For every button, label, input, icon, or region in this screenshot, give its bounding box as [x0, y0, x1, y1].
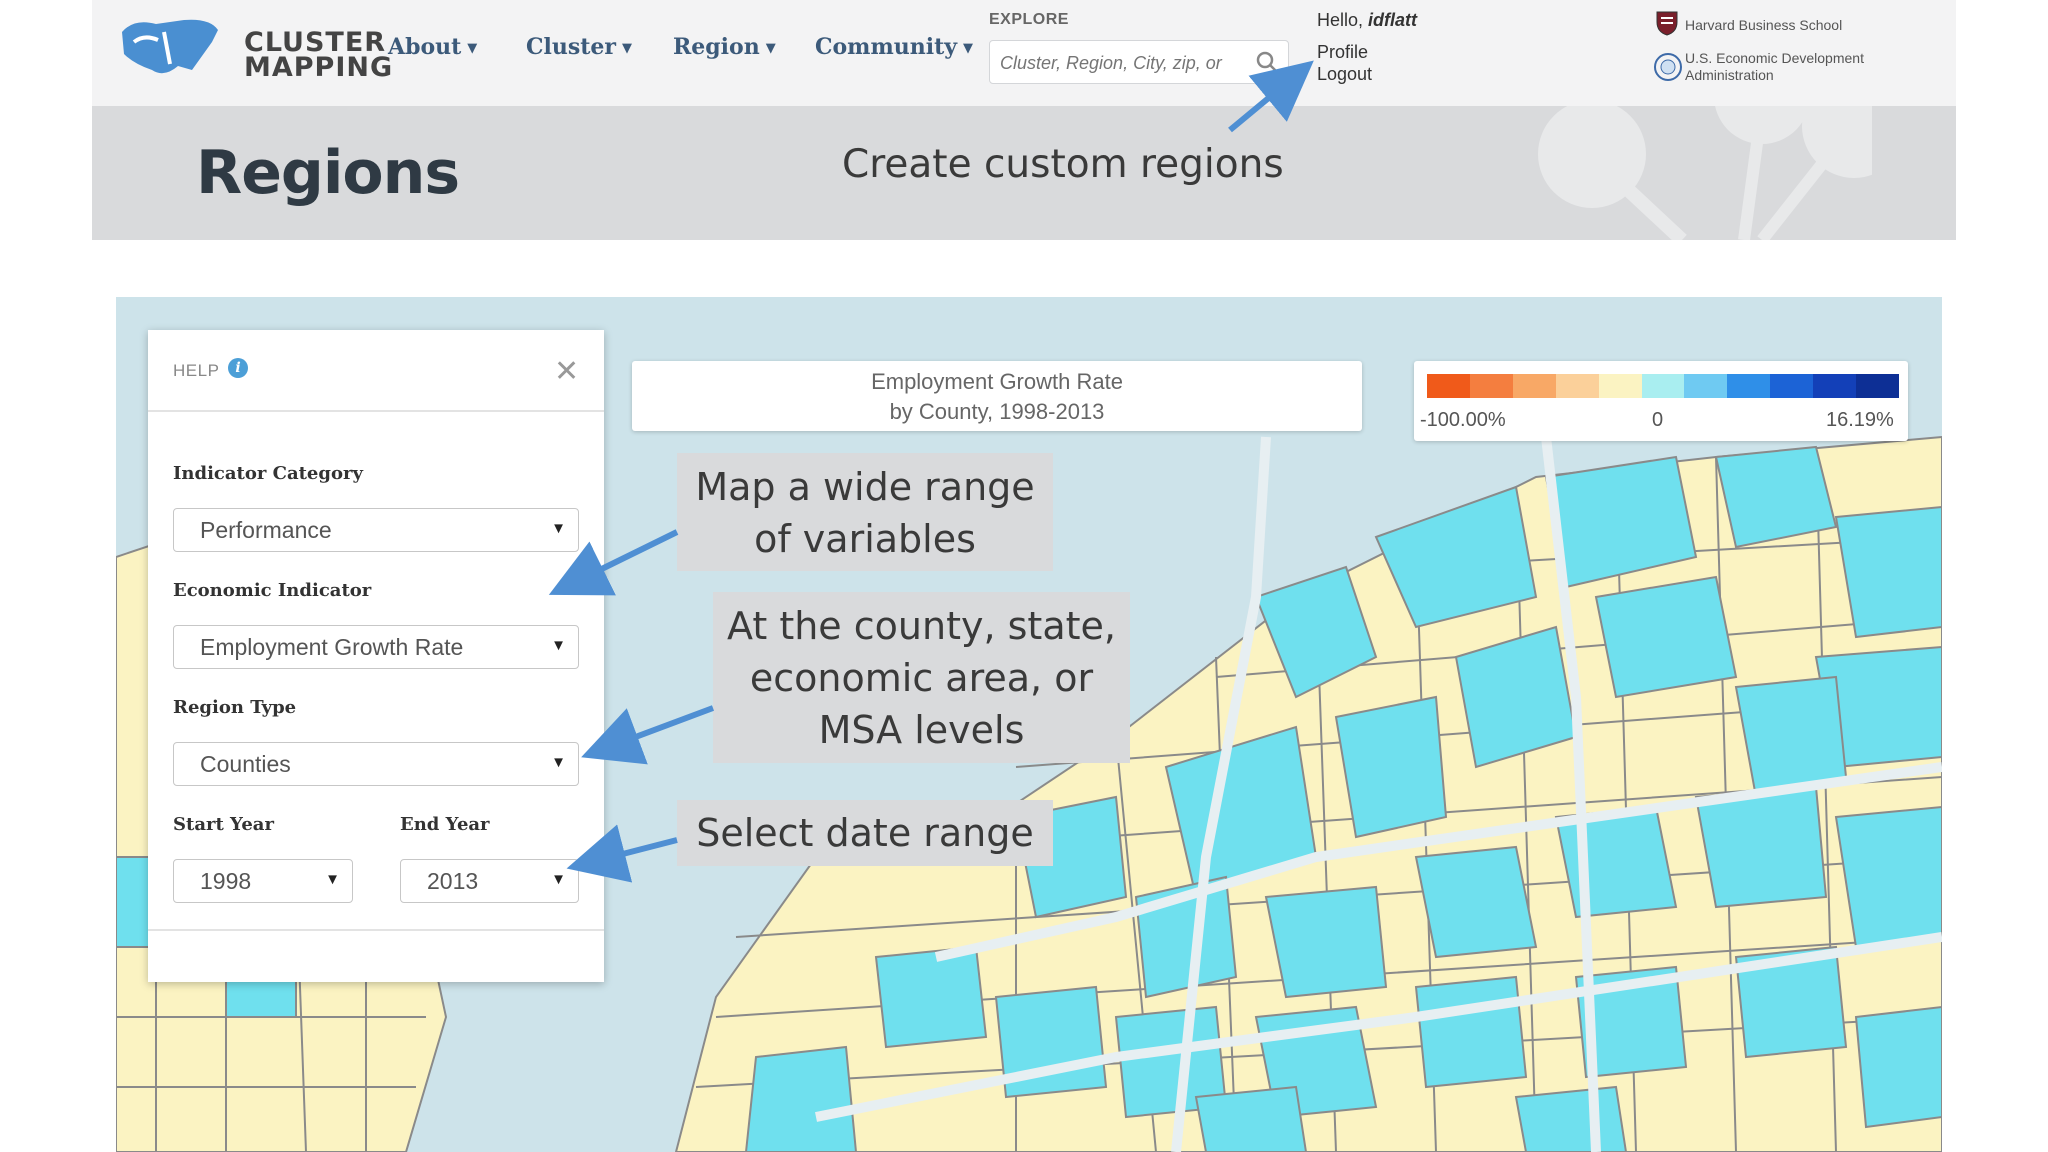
- caret-down-icon: ▼: [622, 40, 632, 56]
- create-regions-callout: Create custom regions: [842, 142, 1284, 187]
- start-year-label: Start Year: [173, 814, 274, 835]
- caret-down-icon: ▼: [467, 40, 478, 56]
- indicator-category-select[interactable]: Performance ▼: [173, 508, 579, 552]
- page-title: Regions: [196, 138, 460, 208]
- economic-indicator-label: Economic Indicator: [173, 580, 372, 601]
- eda-partner-link[interactable]: U.S. Economic Development Administration: [1685, 50, 1864, 84]
- region-type-select[interactable]: Counties ▼: [173, 742, 579, 786]
- top-navigation-bar: CLUSTER MAPPING About ▼ Cluster ▼ Region ▼ C…: [92, 0, 1956, 106]
- banner-decoration: [1538, 106, 1872, 240]
- indicator-category-value: Performance: [200, 517, 332, 543]
- legend-swatch: [1813, 374, 1857, 398]
- indicator-category-label: Indicator Category: [173, 463, 363, 484]
- legend-swatch: [1684, 374, 1728, 398]
- help-title: HELP: [173, 361, 220, 380]
- end-year-value: 2013: [427, 868, 479, 894]
- end-year-label: End Year: [400, 814, 490, 835]
- map-legend: -100.00% 0 16.19%: [1414, 361, 1908, 441]
- legend-swatch: [1469, 374, 1513, 398]
- legend-swatch: [1555, 374, 1599, 398]
- explore-label: EXPLORE: [989, 11, 1069, 28]
- close-icon[interactable]: ✕: [554, 354, 579, 389]
- eda-seal-icon: [1654, 53, 1682, 81]
- annotation-levels: At the county, state, economic area, or …: [713, 592, 1130, 763]
- dropdown-arrow-icon: ▼: [551, 754, 566, 771]
- annotation-dates: Select date range: [677, 800, 1053, 866]
- region-type-label: Region Type: [173, 697, 297, 718]
- legend-mid-label: 0: [1652, 409, 1664, 431]
- dropdown-arrow-icon: ▼: [325, 871, 340, 888]
- hbs-shield-icon: [1656, 11, 1678, 36]
- caret-down-icon: ▼: [765, 40, 776, 56]
- legend-swatch: [1770, 374, 1814, 398]
- nav-region[interactable]: Region ▼: [673, 34, 776, 60]
- help-panel-footer-divider: [148, 929, 604, 931]
- hbs-partner-link[interactable]: Harvard Business School: [1685, 17, 1842, 34]
- start-year-value: 1998: [200, 868, 252, 894]
- cluster-mapping-logo[interactable]: CLUSTER MAPPING: [114, 12, 392, 82]
- explore-search-input[interactable]: [998, 47, 1252, 79]
- nav-about[interactable]: About ▼: [388, 34, 477, 60]
- map-title-line2: by County, 1998-2013: [889, 399, 1105, 424]
- region-type-value: Counties: [200, 751, 291, 777]
- dropdown-arrow-icon: ▼: [551, 871, 566, 888]
- legend-swatch: [1427, 374, 1470, 398]
- username: idflatt: [1368, 10, 1418, 30]
- economic-indicator-select[interactable]: Employment Growth Rate ▼: [173, 625, 579, 669]
- dropdown-arrow-icon: ▼: [551, 520, 566, 537]
- economic-indicator-value: Employment Growth Rate: [200, 634, 464, 660]
- map-title-line1: Employment Growth Rate: [871, 369, 1123, 394]
- legend-max-label: 16.19%: [1826, 409, 1894, 431]
- dropdown-arrow-icon: ▼: [551, 637, 566, 654]
- logo-text: CLUSTER MAPPING: [244, 27, 394, 83]
- explore-search-box[interactable]: [989, 40, 1289, 84]
- help-panel-header: HELP i ✕: [148, 330, 604, 412]
- search-icon[interactable]: [1256, 51, 1278, 73]
- help-panel: HELP i ✕ Indicator Category Performance …: [148, 330, 604, 982]
- info-icon[interactable]: i: [228, 358, 248, 378]
- nav-community[interactable]: Community ▼: [815, 34, 973, 60]
- user-greeting: Hello, idflatt: [1317, 10, 1418, 30]
- us-map-logo-icon: [122, 19, 218, 74]
- legend-color-scale: [1427, 374, 1899, 398]
- legend-swatch: [1641, 374, 1685, 398]
- page-banner: Regions Create custom regions: [92, 106, 1956, 240]
- start-year-select[interactable]: 1998 ▼: [173, 859, 353, 903]
- annotation-variables: Map a wide range of variables: [677, 453, 1053, 571]
- nav-cluster[interactable]: Cluster ▼: [526, 34, 632, 60]
- logout-link[interactable]: Logout: [1317, 64, 1372, 85]
- legend-swatch: [1727, 374, 1771, 398]
- profile-link[interactable]: Profile: [1317, 42, 1368, 63]
- legend-swatch: [1856, 374, 1899, 398]
- end-year-select[interactable]: 2013 ▼: [400, 859, 579, 903]
- legend-swatch: [1512, 374, 1556, 398]
- caret-down-icon: ▼: [963, 40, 974, 56]
- legend-min-label: -100.00%: [1420, 409, 1506, 431]
- legend-swatch: [1598, 374, 1642, 398]
- map-title: Employment Growth Rate by County, 1998-2…: [632, 361, 1362, 431]
